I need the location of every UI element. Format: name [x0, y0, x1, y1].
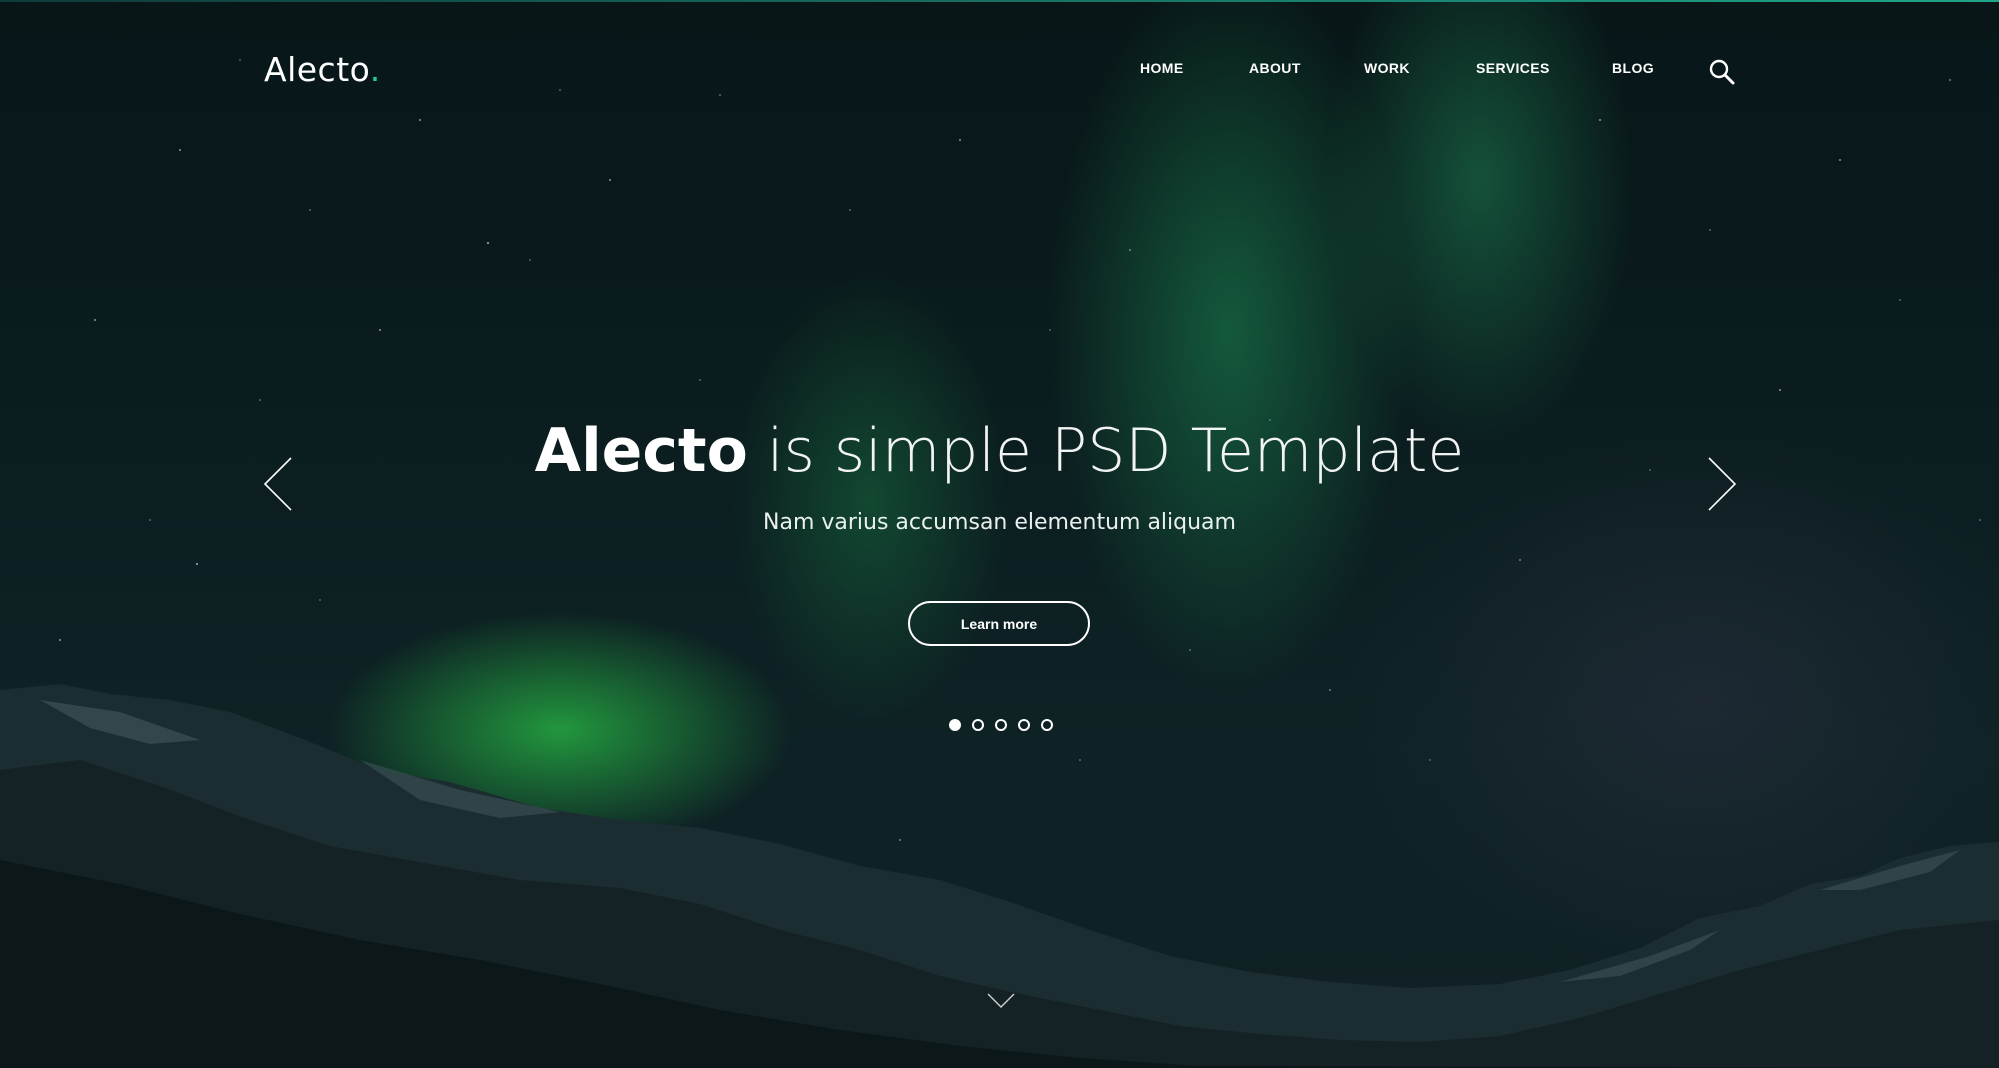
nav-item-home[interactable]: HOME	[1140, 60, 1184, 76]
slider-dot-5[interactable]	[1041, 719, 1053, 731]
slider-dot-3[interactable]	[995, 719, 1007, 731]
chevron-down-icon[interactable]	[986, 992, 1016, 1010]
learn-more-button[interactable]: Learn more	[908, 601, 1090, 646]
brand-logo[interactable]: Alecto.	[264, 50, 381, 89]
nav-item-about[interactable]: ABOUT	[1249, 60, 1301, 76]
nav-item-work[interactable]: WORK	[1364, 60, 1410, 76]
slider-dot-4[interactable]	[1018, 719, 1030, 731]
slider-dot-2[interactable]	[972, 719, 984, 731]
nav-item-services[interactable]: SERVICES	[1476, 60, 1550, 76]
hero-subtitle: Nam varius accumsan elementum aliquam	[763, 510, 1236, 535]
search-icon[interactable]	[1708, 58, 1736, 86]
nav-item-blog[interactable]: BLOG	[1612, 60, 1654, 76]
brand-name: Alecto	[264, 50, 370, 89]
slider-pagination	[949, 719, 1053, 731]
slider-dot-1[interactable]	[949, 719, 961, 731]
hero-title-strong: Alecto	[534, 416, 748, 486]
brand-logo-dot: .	[369, 50, 381, 89]
hero-slider: Alecto. HOME ABOUT WORK SERVICES BLOG Al…	[0, 0, 1999, 1068]
hero-title-light: is simple PSD Template	[747, 416, 1465, 486]
hero-title: Alecto is simple PSD Template	[0, 414, 1999, 488]
